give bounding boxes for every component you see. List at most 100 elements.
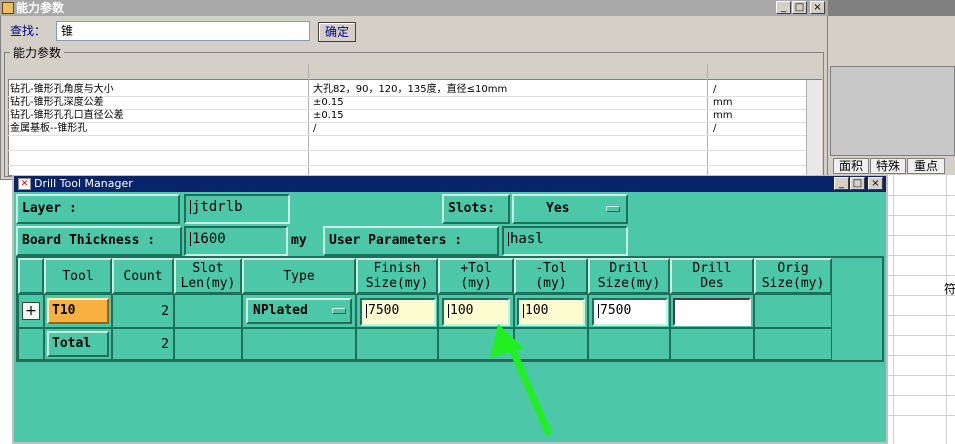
slots-dropdown[interactable]: Yes (512, 194, 628, 224)
row-divider (8, 150, 822, 151)
finish-size-value: 7500 (368, 303, 400, 318)
column-header-drill-size[interactable]: Drill Size(my) (588, 258, 670, 294)
layer-field[interactable]: jtdrlb (184, 194, 290, 224)
vertical-scrollbar[interactable] (806, 80, 822, 176)
tab-special[interactable]: 特殊 (870, 158, 906, 174)
board-thickness-field[interactable]: 1600 (184, 226, 288, 256)
row-value: 大孔82，90，120，135度，直径≤10mm (313, 84, 508, 95)
layer-label: Layer : (16, 194, 180, 224)
row-name: 钻孔-锥形孔孔口直径公差 (10, 110, 124, 121)
minimize-button[interactable]: _ (776, 1, 791, 14)
board-thickness-unit: my (291, 233, 307, 248)
header-label: Len(my) (180, 276, 236, 291)
table-row[interactable]: 钻孔-锥形孔深度公差 (10, 96, 104, 109)
row-divider (8, 109, 822, 110)
slots-value: Yes (546, 201, 570, 216)
background-panel (830, 66, 955, 156)
column-header-count[interactable]: Count (112, 258, 174, 294)
header-label: Type (283, 268, 315, 284)
text-caret (523, 303, 524, 318)
find-input[interactable]: 锥 (56, 21, 310, 41)
total-empty-cell (670, 328, 754, 360)
table-row[interactable]: 钻孔-锥形孔孔口直径公差 (10, 109, 124, 122)
header-label: Slot (192, 261, 224, 276)
slots-label: Slots: (442, 194, 510, 224)
close-button[interactable]: × (868, 177, 883, 190)
header-label: Drill (609, 261, 649, 276)
row-value: ±0.15 (313, 110, 344, 121)
header-label: (my) (535, 276, 567, 291)
find-label: 查找： (10, 24, 47, 38)
row-divider (8, 135, 822, 136)
column-header-slot-len[interactable]: Slot Len(my) (174, 258, 242, 294)
text-caret (190, 232, 191, 246)
row-divider (8, 96, 822, 97)
window-icon: ✕ (18, 178, 31, 190)
header-label: (my) (460, 276, 492, 291)
row-unit: mm (713, 110, 733, 121)
drill-des-input[interactable] (673, 298, 751, 326)
board-thickness-value: 1600 (192, 231, 226, 247)
tab-area[interactable]: 面积 (833, 158, 869, 174)
row-unit: / (713, 84, 717, 95)
finish-size-input[interactable]: 7500 (360, 298, 436, 326)
header-label: Tool (62, 268, 94, 284)
dropdown-indicator-icon (332, 308, 346, 314)
column-header-minus-tol[interactable]: -Tol (my) (514, 258, 588, 294)
row-name: 钻孔-锥形孔深度公差 (10, 97, 104, 108)
header-label: Finish (373, 261, 421, 276)
header-label: -Tol (535, 261, 567, 276)
maximize-button[interactable]: □ (792, 1, 807, 14)
column-header-finish-size[interactable]: Finish Size(my) (356, 258, 438, 294)
count-cell: 2 (112, 294, 174, 328)
column-divider (308, 64, 309, 176)
user-parameters-label: User Parameters : (323, 226, 499, 256)
background-edge-label: 符 (944, 282, 955, 296)
user-parameters-value: hasl (510, 231, 544, 247)
tool-t10-button[interactable]: T10 (47, 298, 109, 324)
text-caret (366, 303, 367, 318)
capability-table-header (8, 64, 822, 80)
layer-value: jtdrlb (192, 199, 243, 215)
user-parameters-field[interactable]: hasl (502, 226, 628, 256)
header-label: Size(my) (365, 276, 429, 291)
total-count-cell: 2 (112, 328, 174, 360)
confirm-button[interactable]: 确定 (318, 22, 356, 42)
minimize-button[interactable]: _ (834, 177, 849, 190)
header-label: Size(my) (597, 276, 661, 291)
total-empty-cell (242, 328, 356, 360)
orig-size-cell[interactable] (754, 294, 832, 328)
column-header-plus-tol[interactable]: +Tol (my) (438, 258, 514, 294)
text-caret (508, 232, 509, 246)
maximize-button[interactable]: □ (850, 177, 865, 190)
text-caret (190, 200, 191, 214)
slot-len-cell[interactable] (174, 294, 242, 328)
row-name: 钻孔-锥形孔角度与大小 (10, 84, 114, 95)
drill-size-value: 7500 (600, 303, 632, 318)
expand-icon[interactable]: + (22, 302, 40, 320)
type-dropdown[interactable]: NPlated (246, 298, 352, 324)
tab-key-point[interactable]: 重点 (907, 158, 945, 174)
column-header-drill-des[interactable]: Drill Des (670, 258, 754, 294)
type-value: NPlated (253, 303, 308, 318)
total-empty-cell (588, 328, 670, 360)
total-row (18, 328, 44, 360)
total-empty-cell (356, 328, 438, 360)
row-unit: mm (713, 97, 733, 108)
capability-table (8, 64, 822, 176)
column-header-orig-size[interactable]: Orig Size(my) (754, 258, 832, 294)
app-icon (2, 2, 14, 14)
close-button[interactable]: × (810, 1, 825, 14)
text-caret (598, 303, 599, 318)
annotation-arrow-icon (490, 324, 552, 436)
table-row[interactable]: 钻孔-锥形孔角度与大小 (10, 83, 114, 96)
header-corner (18, 258, 44, 294)
column-header-type[interactable]: Type (242, 258, 356, 294)
column-header-tool[interactable]: Tool (44, 258, 112, 294)
table-row[interactable]: 金属基板--锥形孔 (10, 122, 87, 135)
capability-group-label: 能力参数 (10, 44, 65, 61)
header-label: Orig (777, 261, 809, 276)
header-label: Des (700, 276, 724, 291)
total-empty-cell (754, 328, 832, 360)
drill-size-input[interactable]: 7500 (592, 298, 668, 326)
